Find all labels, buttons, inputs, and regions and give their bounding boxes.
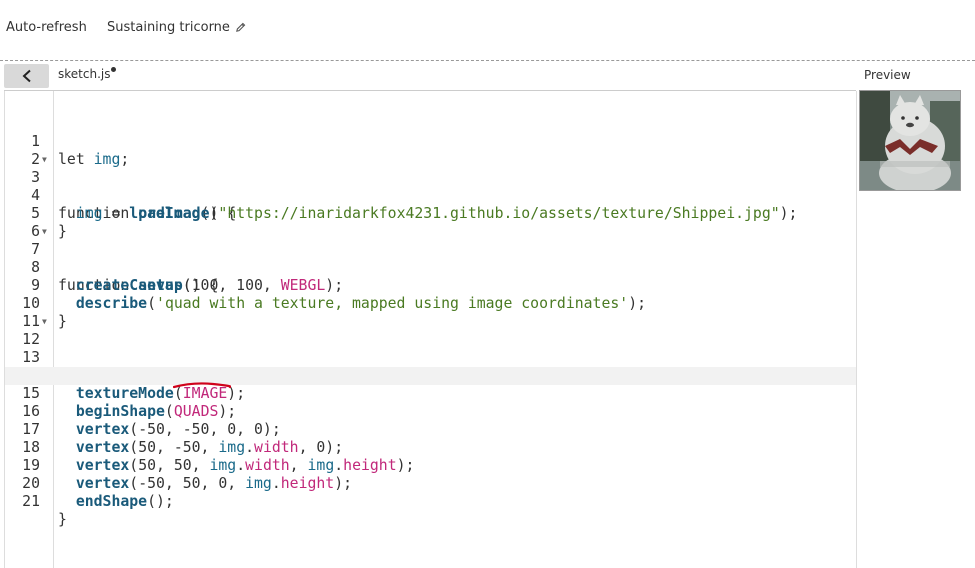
header-divider xyxy=(0,60,975,61)
code-line[interactable]: 5 } xyxy=(5,187,856,240)
preview-image xyxy=(860,91,960,190)
code-line[interactable]: 18 vertex(50, 50, img.width, img.height)… xyxy=(5,421,856,474)
code-line[interactable]: 21 } xyxy=(5,475,856,528)
sketch-name-text[interactable]: Sustaining tricorne xyxy=(107,20,230,35)
pencil-icon[interactable] xyxy=(235,22,246,33)
chevron-left-icon xyxy=(22,69,31,83)
unsaved-dot-icon xyxy=(111,67,117,72)
code-line[interactable]: 10 } xyxy=(5,277,856,330)
code-line[interactable]: 7 ▼ function setup() { xyxy=(5,223,856,294)
code-line[interactable]: 19 vertex(-50, 50, 0, img.height); xyxy=(5,439,856,492)
code-line[interactable]: 13 texture(img); xyxy=(5,331,856,384)
fold-arrow-icon[interactable]: ▼ xyxy=(42,223,47,241)
code-editor[interactable]: 1 let img; 2 3 ▼ function preload() { 4 … xyxy=(4,91,857,568)
line-number: 21 xyxy=(22,493,40,510)
code-line[interactable]: 8 createCanvas(100, 100, WEBGL); xyxy=(5,241,856,294)
code-line[interactable]: 3 ▼ function preload() { xyxy=(5,151,856,222)
code-line-active[interactable]: 15 beginShape(QUADS); xyxy=(5,367,856,420)
collapse-sidebar-button[interactable] xyxy=(4,64,49,88)
code-line[interactable]: 20 endShape(); xyxy=(5,457,856,510)
file-tab[interactable]: sketch.js xyxy=(58,67,117,81)
code-line[interactable]: 2 xyxy=(5,133,856,168)
preview-label: Preview xyxy=(864,68,911,82)
code-line[interactable]: 14 textureMode(IMAGE); xyxy=(5,349,856,402)
code-line[interactable]: 4 img = loadImage("https://inaridarkfox4… xyxy=(5,169,856,222)
preview-canvas xyxy=(859,90,961,191)
auto-refresh-label[interactable]: Auto-refresh xyxy=(6,20,87,35)
code-line[interactable]: 17 vertex(50, -50, img.width, 0); xyxy=(5,403,856,456)
code-line[interactable]: 9 describe('quad with a texture, mapped … xyxy=(5,259,856,312)
sketch-name[interactable]: Sustaining tricorne xyxy=(107,20,246,35)
code-lines[interactable]: 1 let img; 2 3 ▼ function preload() { 4 … xyxy=(5,115,856,528)
code-line[interactable]: 11 xyxy=(5,295,856,330)
code-line[interactable]: 16 vertex(-50, -50, 0, 0); xyxy=(5,385,856,438)
code-line[interactable]: 1 let img; xyxy=(5,115,856,168)
file-name[interactable]: sketch.js xyxy=(58,67,110,81)
code-line[interactable]: 6 xyxy=(5,205,856,240)
code-line[interactable]: 12 ▼ function draw() { xyxy=(5,313,856,384)
fold-arrow-icon[interactable]: ▼ xyxy=(42,151,47,169)
fold-arrow-icon[interactable]: ▼ xyxy=(42,313,47,331)
top-bar: Auto-refresh Sustaining tricorne xyxy=(0,0,975,58)
